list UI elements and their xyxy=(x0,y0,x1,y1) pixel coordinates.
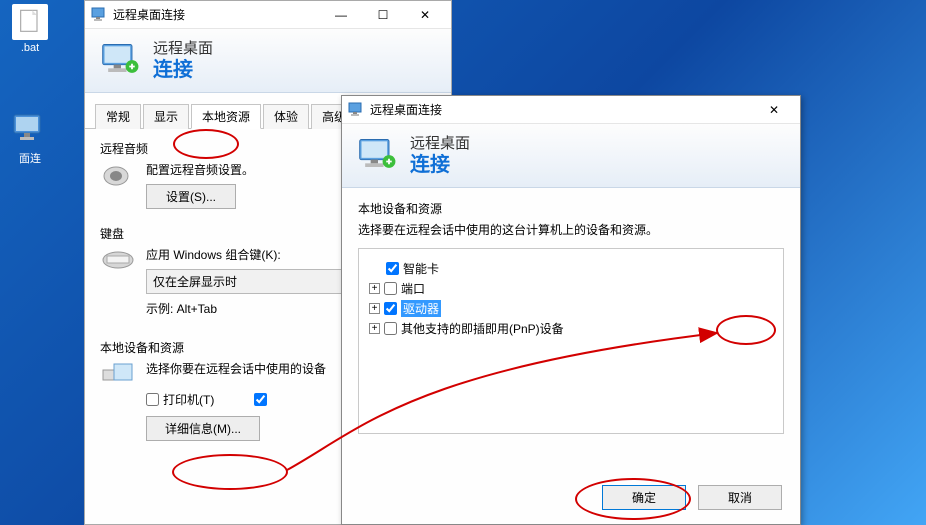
expand-icon[interactable]: + xyxy=(369,303,380,314)
section-title: 本地设备和资源 xyxy=(358,200,784,217)
devices-tree[interactable]: 智能卡 + 端口 + 驱动器 + 其他支持的即插即用(PnP)设备 xyxy=(358,248,784,434)
app-title-line1: 远程桌面 xyxy=(153,40,213,58)
desktop-icon-label: .bat xyxy=(21,42,39,54)
expand-icon[interactable]: + xyxy=(369,283,380,294)
ok-button[interactable]: 确定 xyxy=(602,485,686,510)
desktop-icon-label: 面连 xyxy=(19,153,41,165)
header-band: 远程桌面 连接 xyxy=(342,124,800,188)
tab-display[interactable]: 显示 xyxy=(143,104,189,129)
speaker-icon xyxy=(100,161,136,191)
tree-item-drives[interactable]: + 驱动器 xyxy=(369,300,773,317)
rdc-icon xyxy=(12,112,48,148)
devices-icon xyxy=(100,360,136,390)
maximize-button[interactable]: ☐ xyxy=(363,4,403,26)
app-title-line2: 连接 xyxy=(153,58,213,82)
cancel-button[interactable]: 取消 xyxy=(698,485,782,510)
app-title-line1: 远程桌面 xyxy=(410,135,470,153)
tree-item-ports[interactable]: + 端口 xyxy=(369,280,773,297)
checkbox[interactable] xyxy=(384,302,397,315)
desktop-icon-rdc[interactable]: 面连 xyxy=(2,108,58,170)
tree-item-label-highlighted: 驱动器 xyxy=(401,300,441,317)
titlebar[interactable]: 远程桌面连接 ✕ xyxy=(342,96,800,124)
close-button[interactable]: ✕ xyxy=(754,99,794,121)
rdc-details-dialog: 远程桌面连接 ✕ 远程桌面 连接 本地设备和资源 选择要在远程会话中使用的这台计… xyxy=(341,95,801,525)
printer-checkbox[interactable]: 打印机(T) xyxy=(146,391,214,408)
expand-icon[interactable]: + xyxy=(369,323,380,334)
titlebar[interactable]: 远程桌面连接 — ☐ ✕ xyxy=(85,1,451,29)
window-title: 远程桌面连接 xyxy=(370,101,754,118)
window-title: 远程桌面连接 xyxy=(113,6,321,23)
app-title-line2: 连接 xyxy=(410,153,470,177)
section-desc: 选择要在远程会话中使用的这台计算机上的设备和资源。 xyxy=(358,221,784,238)
tab-general[interactable]: 常规 xyxy=(95,104,141,129)
tab-experience[interactable]: 体验 xyxy=(263,104,309,129)
header-band: 远程桌面 连接 xyxy=(85,29,451,93)
app-icon xyxy=(348,102,364,118)
details-button[interactable]: 详细信息(M)... xyxy=(146,416,260,441)
keyboard-icon xyxy=(100,246,136,276)
tab-local-resources[interactable]: 本地资源 xyxy=(191,104,261,129)
checkbox[interactable] xyxy=(386,262,399,275)
desktop-icon-bat[interactable]: .bat xyxy=(2,0,58,58)
close-button[interactable]: ✕ xyxy=(405,4,445,26)
tree-item-smartcard[interactable]: 智能卡 xyxy=(369,260,773,277)
audio-settings-button[interactable]: 设置(S)... xyxy=(146,184,236,209)
checkbox[interactable] xyxy=(384,322,397,335)
minimize-button[interactable]: — xyxy=(321,4,361,26)
checkbox[interactable] xyxy=(384,282,397,295)
tree-item-pnp[interactable]: + 其他支持的即插即用(PnP)设备 xyxy=(369,320,773,337)
file-icon xyxy=(12,4,48,40)
app-icon xyxy=(91,7,107,23)
rdc-header-icon xyxy=(356,134,400,178)
clipboard-checkbox[interactable] xyxy=(254,391,267,408)
rdc-header-icon xyxy=(99,39,143,83)
